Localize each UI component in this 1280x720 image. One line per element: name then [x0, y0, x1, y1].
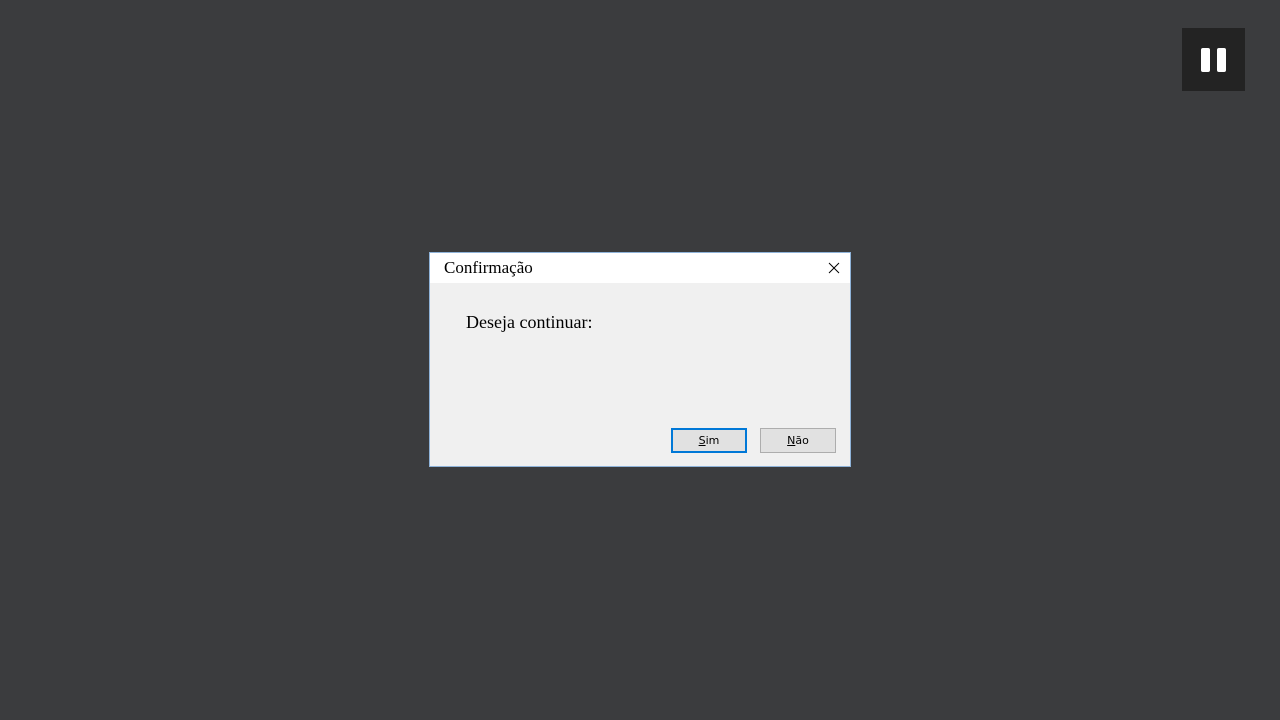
pause-icon-bar — [1217, 48, 1226, 72]
no-button[interactable]: Não — [760, 428, 836, 453]
yes-button-label: im — [705, 434, 720, 447]
no-button-label: ão — [795, 434, 809, 447]
dialog-message: Deseja continuar: — [466, 312, 593, 332]
dialog-title: Confirmação — [444, 258, 533, 277]
screen-background: Confirmação Deseja continuar: Sim Não — [0, 0, 1280, 720]
close-icon — [828, 262, 840, 274]
yes-button[interactable]: Sim — [671, 428, 747, 453]
close-button[interactable] — [822, 256, 846, 280]
yes-button-mnemonic: S — [698, 434, 706, 447]
pause-button[interactable] — [1182, 28, 1245, 91]
pause-icon — [1201, 48, 1210, 72]
no-button-mnemonic: N — [787, 434, 796, 447]
confirmation-dialog: Confirmação Deseja continuar: Sim Não — [429, 252, 851, 467]
dialog-titlebar[interactable]: Confirmação — [430, 253, 850, 283]
